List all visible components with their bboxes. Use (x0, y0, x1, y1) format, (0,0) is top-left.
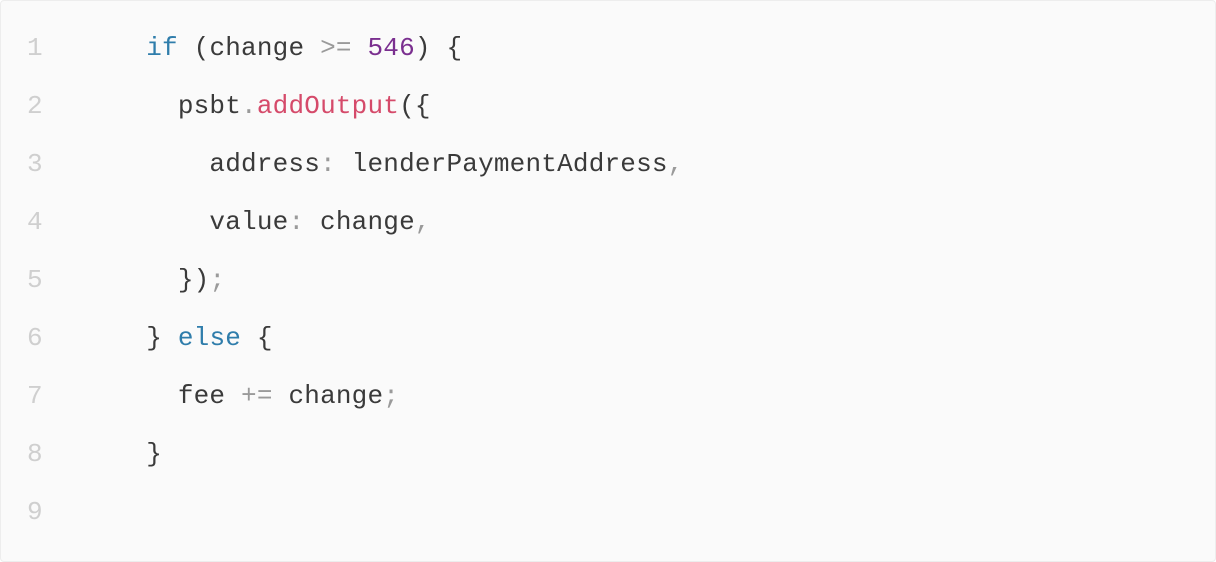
line-number: 9 (1, 483, 59, 541)
code-line: 1 if (change >= 546) { (1, 19, 1215, 77)
line-number: 6 (1, 309, 59, 367)
line-number: 4 (1, 193, 59, 251)
code-line: 6 } else { (1, 309, 1215, 367)
line-code: if (change >= 546) { (59, 19, 462, 77)
code-line: 2 psbt.addOutput({ (1, 77, 1215, 135)
code-line: 5 }); (1, 251, 1215, 309)
line-code: fee += change; (59, 367, 399, 425)
line-number: 8 (1, 425, 59, 483)
code-line: 7 fee += change; (1, 367, 1215, 425)
line-number: 3 (1, 135, 59, 193)
line-number: 2 (1, 77, 59, 135)
line-number: 1 (1, 19, 59, 77)
line-code: }); (59, 251, 225, 309)
code-line: 8 } (1, 425, 1215, 483)
line-code: } else { (59, 309, 273, 367)
line-code: address: lenderPaymentAddress, (59, 135, 684, 193)
code-block: 1 if (change >= 546) { 2 psbt.addOutput(… (0, 0, 1216, 562)
code-line: 4 value: change, (1, 193, 1215, 251)
code-line: 9 (1, 483, 1215, 541)
line-code: psbt.addOutput({ (59, 77, 431, 135)
code-line: 3 address: lenderPaymentAddress, (1, 135, 1215, 193)
line-code: value: change, (59, 193, 431, 251)
line-number: 7 (1, 367, 59, 425)
line-number: 5 (1, 251, 59, 309)
line-code: } (59, 425, 162, 483)
